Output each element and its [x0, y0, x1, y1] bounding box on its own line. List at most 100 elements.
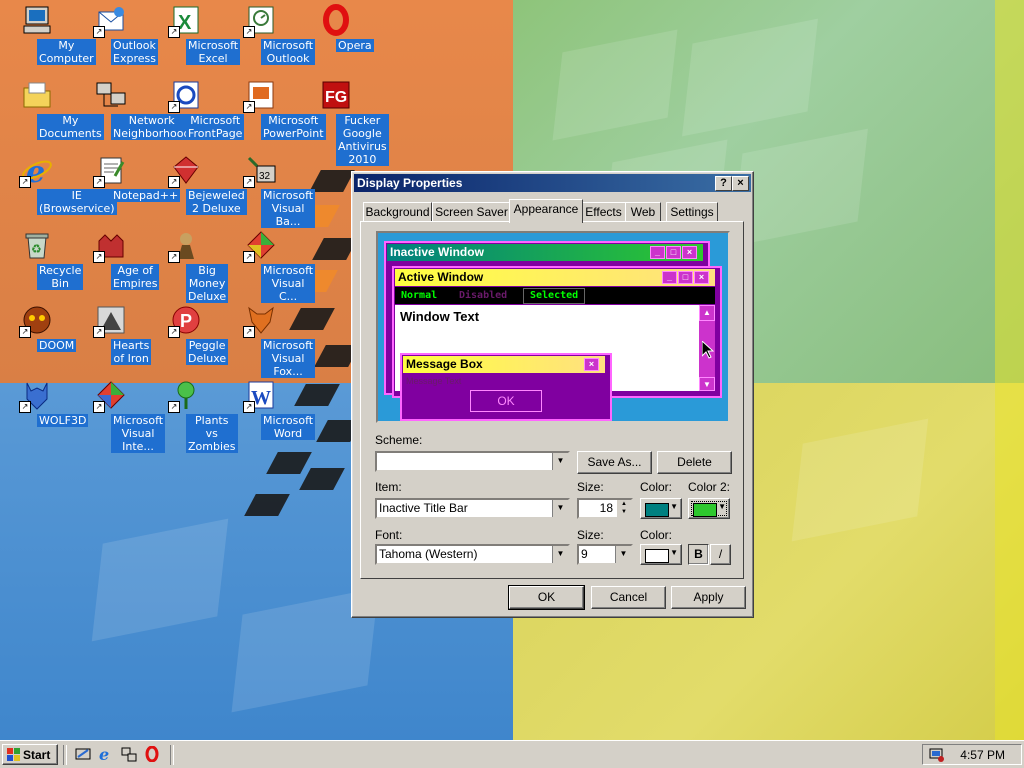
svg-text:FG: FG	[325, 89, 347, 106]
tab-background[interactable]: Background	[363, 202, 432, 222]
apply-button[interactable]: Apply	[671, 586, 746, 609]
preview-close-icon: ×	[694, 271, 709, 284]
chevron-down-icon[interactable]: ▼	[552, 546, 568, 563]
save-as-button[interactable]: Save As...	[577, 451, 652, 474]
desktop-icon-network-neighborhood[interactable]: Network Neighborhood	[74, 77, 193, 140]
age-of-empires-icon: ↗	[93, 229, 127, 263]
scroll-up-icon: ▲	[699, 305, 715, 321]
appearance-preview[interactable]: Inactive Window _ □ × Active Window _ □ …	[376, 231, 730, 423]
desktop-icon-peggle[interactable]: P ↗ Peggle Deluxe	[149, 302, 229, 365]
close-button[interactable]: ×	[732, 176, 749, 191]
item-dropdown[interactable]: Inactive Title Bar ▼	[375, 498, 570, 519]
outlook-icon: ↗	[243, 4, 277, 38]
desktop-icon-my-computer[interactable]: My Computer	[0, 2, 96, 65]
desktop-icon-big-money[interactable]: ↗ Big Money Deluxe	[149, 227, 229, 303]
start-button[interactable]: Start	[2, 744, 58, 765]
ok-button[interactable]: OK	[508, 585, 585, 610]
desktop-icon-powerpoint[interactable]: ↗ Microsoft PowerPoint	[224, 77, 326, 140]
preview-inactive-title-bar: Inactive Window _ □ ×	[387, 244, 703, 261]
font-size-label: Size:	[577, 528, 604, 542]
taskbar: Start e 4:57 PM	[0, 740, 1024, 768]
scheme-dropdown[interactable]: ▼	[375, 451, 570, 472]
visual-studio-icon: ↗	[93, 379, 127, 413]
wolf3d-icon: ↗	[19, 379, 53, 413]
tab-effects[interactable]: Effects	[581, 202, 626, 222]
font-color-button[interactable]: ▼	[640, 544, 682, 565]
scroll-down-icon: ▼	[699, 377, 715, 391]
taskbar-separator	[170, 745, 174, 765]
desktop-icon-bejeweled[interactable]: ↗ Bejeweled 2 Deluxe	[149, 152, 247, 215]
bold-toggle[interactable]: B	[688, 544, 709, 565]
svg-text:X: X	[178, 12, 192, 34]
desktop-icon-frontpage[interactable]: ↗ Microsoft FrontPage	[149, 77, 245, 140]
opera-icon[interactable]	[144, 746, 160, 762]
desktop-icon-visual-interdev[interactable]: ↗ Microsoft Visual Inte...	[74, 377, 166, 453]
show-desktop-icon[interactable]	[75, 746, 91, 762]
italic-toggle[interactable]: /	[710, 544, 731, 565]
notepad-icon: ↗	[93, 154, 127, 188]
powerpoint-icon: ↗	[243, 79, 277, 113]
desktop-icon-outlook-express[interactable]: ↗ Outlook Express	[74, 2, 158, 65]
display-settings-icon[interactable]	[929, 747, 945, 763]
spin-up-icon[interactable]: ▲	[617, 500, 631, 508]
font-dropdown[interactable]: Tahoma (Western) ▼	[375, 544, 570, 565]
preview-message-text: Message Text	[406, 376, 462, 386]
mouse-cursor-icon	[702, 341, 714, 359]
desktop-icon-ie[interactable]: e ↗ IE (Browservice)	[0, 152, 117, 215]
cancel-button[interactable]: Cancel	[591, 586, 666, 609]
antivirus-icon: FG	[320, 79, 352, 111]
tab-appearance[interactable]: Appearance	[509, 199, 583, 223]
clock[interactable]: 4:57 PM	[960, 748, 1005, 762]
desktop-icon-hearts-of-iron[interactable]: ↗ Hearts of Iron	[74, 302, 152, 365]
tab-screen-saver[interactable]: Screen Saver	[432, 202, 511, 222]
desktop-icon-visual-cpp[interactable]: ↗ Microsoft Visual C...	[224, 227, 316, 303]
desktop-icon-visual-basic[interactable]: 32 ↗ Microsoft Visual Ba...	[224, 152, 316, 228]
desktop-icon-visual-foxpro[interactable]: ↗ Microsoft Visual Fox...	[224, 302, 316, 378]
taskbar-separator	[63, 745, 67, 765]
chevron-down-icon: ▼	[670, 502, 678, 511]
item-color2-label: Color 2:	[688, 480, 731, 494]
visual-basic-icon: 32 ↗	[243, 154, 277, 188]
svg-text:32: 32	[259, 171, 271, 182]
spin-down-icon[interactable]: ▼	[617, 508, 631, 517]
desktop-icon-antivirus[interactable]: FG Fucker Google Antivirus 2010	[299, 77, 389, 166]
preview-menu-bar: Normal Disabled Selected	[395, 287, 715, 304]
font-color-label: Color:	[640, 528, 673, 542]
network-icon[interactable]	[121, 746, 137, 762]
display-properties-dialog: Display Properties ? × Background Screen…	[351, 171, 754, 618]
help-button[interactable]: ?	[715, 176, 732, 191]
delete-button[interactable]: Delete	[657, 451, 732, 474]
chevron-down-icon[interactable]: ▼	[615, 546, 631, 563]
desktop-icon-wolf3d[interactable]: ↗ WOLF3D	[0, 377, 89, 427]
font-label: Font:	[375, 528, 403, 542]
desktop-icon-plants-vs-zombies[interactable]: ↗ Plants vs Zombies	[149, 377, 238, 453]
tab-web[interactable]: Web	[625, 202, 661, 222]
desktop-icon-my-documents[interactable]: My Documents	[0, 77, 104, 140]
desktop-icon-recycle-bin[interactable]: ♻ Recycle Bin	[0, 227, 84, 290]
desktop-icon-opera[interactable]: Opera	[299, 2, 374, 52]
folder-icon	[21, 79, 53, 111]
desktop-icon-excel[interactable]: X ↗ Microsoft Excel	[149, 2, 241, 65]
visual-cpp-icon: ↗	[243, 229, 277, 263]
chevron-down-icon: ▼	[718, 502, 726, 511]
tab-settings[interactable]: Settings	[666, 202, 718, 222]
dialog-title: Display Properties	[357, 176, 463, 190]
desktop-icon-outlook[interactable]: ↗ Microsoft Outlook	[224, 2, 316, 65]
preview-message-box: Message Box × Message Text OK	[400, 353, 612, 421]
internet-explorer-icon[interactable]: e	[98, 746, 114, 762]
item-color2-button[interactable]: ▼	[688, 498, 730, 519]
item-color-button[interactable]: ▼	[640, 498, 682, 519]
svg-text:♻: ♻	[31, 242, 42, 256]
font-size-dropdown[interactable]: 9 ▼	[577, 544, 633, 565]
opera-icon	[320, 4, 352, 36]
dialog-title-bar: Display Properties ? ×	[354, 174, 751, 192]
chevron-down-icon[interactable]: ▼	[552, 500, 568, 517]
desktop-icon-doom[interactable]: ↗ DOOM	[0, 302, 77, 352]
windows-logo-icon	[7, 748, 20, 761]
desktop-icon-word[interactable]: W ↗ Microsoft Word	[224, 377, 316, 440]
chevron-down-icon[interactable]: ▼	[552, 453, 568, 470]
desktop-icon-notepad-plus-plus[interactable]: ↗ Notepad++	[74, 152, 181, 202]
item-size-spinner[interactable]: 18 ▲ ▼	[577, 498, 633, 519]
desktop-icon-age-of-empires[interactable]: ↗ Age of Empires	[74, 227, 160, 290]
preview-close-icon: ×	[682, 246, 697, 259]
